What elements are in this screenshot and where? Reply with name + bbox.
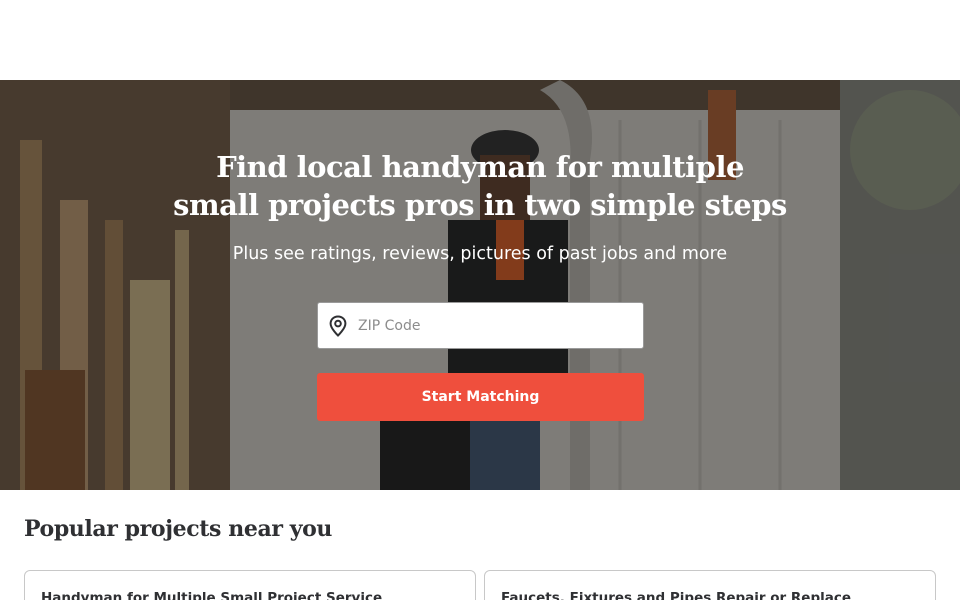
top-header-bar — [0, 0, 960, 80]
popular-projects-title: Popular projects near you — [24, 516, 333, 542]
zip-code-input[interactable] — [358, 305, 628, 346]
hero-overlay — [0, 80, 960, 490]
project-card-title: Faucets, Fixtures and Pipes Repair or Re… — [501, 590, 852, 600]
map-pin-icon — [318, 303, 358, 348]
hero-subtitle: Plus see ratings, reviews, pictures of p… — [232, 244, 728, 264]
hero-section: Find local handyman for multiple small p… — [0, 80, 960, 490]
hero-title-line-2: small projects pros in two simple steps — [173, 188, 787, 222]
hero-title: Find local handyman for multiple small p… — [130, 148, 830, 224]
project-card-title: Handyman for Multiple Small Project Serv… — [41, 590, 383, 600]
zip-code-field[interactable] — [317, 302, 644, 349]
hero-title-line-1: Find local handyman for multiple — [216, 150, 744, 184]
project-card-handyman[interactable]: Handyman for Multiple Small Project Serv… — [24, 570, 476, 600]
project-card-faucets[interactable]: Faucets, Fixtures and Pipes Repair or Re… — [484, 570, 936, 600]
start-matching-button[interactable]: Start Matching — [317, 373, 644, 421]
